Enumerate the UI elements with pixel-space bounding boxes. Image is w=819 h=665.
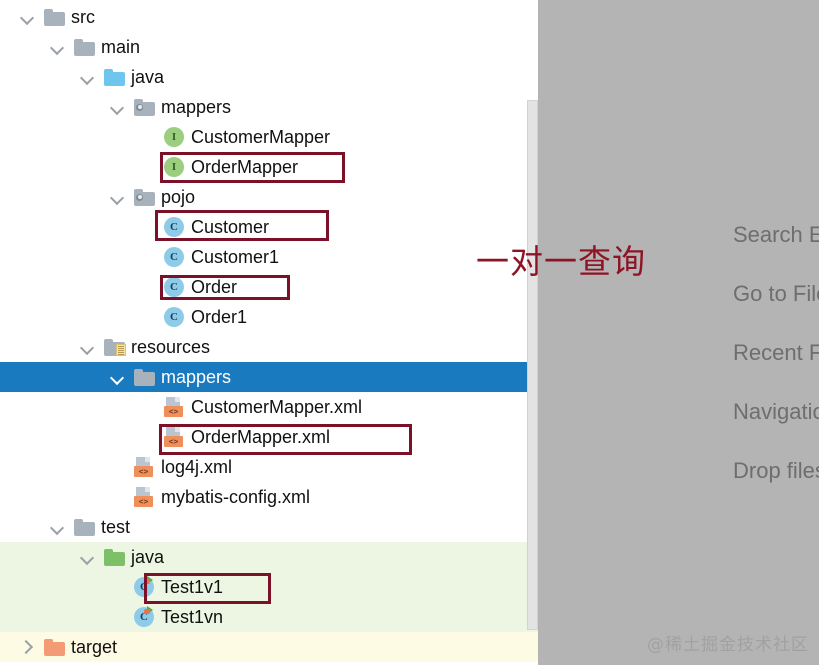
tree-item-label: test (101, 517, 131, 537)
tree-item-resources[interactable]: resources (0, 332, 538, 362)
tree-item-mybatis-config.xml[interactable]: <> mybatis-config.xml (0, 482, 538, 512)
tree-item-label: mappers (161, 367, 232, 387)
tree-item-label: OrderMapper (191, 157, 299, 177)
chevron-down-icon[interactable] (78, 548, 96, 566)
tree-item-label: Order1 (191, 307, 248, 327)
tree-item-log4j.xml[interactable]: <> log4j.xml (0, 452, 538, 482)
project-tree-panel[interactable]: src main java mappers I CustomerMapper I OrderM… (0, 0, 538, 665)
class-icon: C (134, 576, 154, 597)
tree-item-label: CustomerMapper (191, 127, 331, 147)
folder-grey-icon (74, 38, 96, 56)
tree-item-label: mybatis-config.xml (161, 487, 311, 507)
class-icon: C (134, 606, 154, 627)
editor-hint-1: Go to File (733, 281, 819, 306)
chevron-down-icon[interactable] (18, 8, 36, 26)
tree-item-CustomerMapper.xml[interactable]: <> CustomerMapper.xml (0, 392, 538, 422)
chevron-right-icon[interactable] (18, 638, 36, 656)
tree-item-label: OrderMapper.xml (191, 427, 331, 447)
chevron-down-icon[interactable] (108, 368, 126, 386)
tree-item-label: java (131, 547, 165, 567)
tree-item-label: resources (131, 337, 211, 357)
xml-file-icon: <> (134, 456, 156, 478)
tree-item-label: mappers (161, 97, 232, 117)
tree-item-target[interactable]: target (0, 632, 538, 662)
tree-item-label: Customer1 (191, 247, 280, 267)
tree-item-label: Order (191, 277, 238, 297)
tree-item-label: main (101, 37, 141, 57)
tree-item-label: Test1v1 (161, 577, 224, 597)
tree-item-mappers-res[interactable]: mappers (0, 362, 538, 392)
interface-icon: I (164, 127, 184, 147)
folder-grey-icon (74, 518, 96, 536)
tree-item-label: CustomerMapper.xml (191, 397, 363, 417)
tree-scrollbar-thumb[interactable] (527, 100, 538, 630)
ide-project-view: src main java mappers I CustomerMapper I OrderM… (0, 0, 819, 665)
editor-hint-4: Drop files here to open (733, 458, 819, 483)
tree-item-label: java (131, 67, 165, 87)
xml-file-icon: <> (164, 396, 186, 418)
chevron-down-icon[interactable] (108, 188, 126, 206)
tree-item-label: Customer (191, 217, 270, 237)
folder-resources-icon (104, 338, 126, 356)
chevron-down-icon[interactable] (48, 38, 66, 56)
tree-item-test[interactable]: test (0, 512, 538, 542)
folder-grey-icon (134, 368, 156, 386)
tree-item-label: src (71, 7, 95, 27)
class-icon: C (164, 307, 184, 327)
tree-item-label: Test1vn (161, 607, 224, 627)
tree-item-OrderMapper.xml[interactable]: <> OrderMapper.xml (0, 422, 538, 452)
tree-item-Order[interactable]: C Order (0, 272, 538, 302)
folder-grey-icon (44, 8, 66, 26)
folder-orange-icon (44, 638, 66, 656)
chevron-down-icon[interactable] (108, 98, 126, 116)
tree-item-java-test[interactable]: java (0, 542, 538, 572)
tree-item-OrderMapper[interactable]: I OrderMapper (0, 152, 538, 182)
tree-item-label: pojo (161, 187, 196, 207)
tree-item-src[interactable]: src (0, 2, 538, 32)
tree-item-Test1v1[interactable]: C Test1v1 (0, 572, 538, 602)
xml-file-icon: <> (164, 426, 186, 448)
tree-item-Customer1[interactable]: C Customer1 (0, 242, 538, 272)
annotation-label: 一对一查询 (476, 242, 646, 281)
tree-item-Order1[interactable]: C Order1 (0, 302, 538, 332)
xml-file-icon: <> (134, 486, 156, 508)
tree-item-label: target (71, 637, 118, 657)
folder-package-icon (134, 98, 156, 116)
tree-item-CustomerMapper[interactable]: I CustomerMapper (0, 122, 538, 152)
tree-item-Test1vn[interactable]: C Test1vn (0, 602, 538, 632)
tree-item-main[interactable]: main (0, 32, 538, 62)
class-icon: C (164, 247, 184, 267)
folder-green-icon (104, 548, 126, 566)
editor-hint-0: Search Everywhere (733, 222, 819, 247)
watermark-text: @稀土掘金技术社区 (647, 635, 809, 655)
empty-editor-panel: Search Everywhere Go to File Recent Files N… (538, 0, 819, 665)
class-icon: C (164, 217, 184, 237)
editor-hint-2: Recent Files (733, 340, 819, 365)
tree-scrollbar[interactable] (527, 0, 538, 665)
chevron-down-icon[interactable] (78, 68, 96, 86)
tree-item-label: log4j.xml (161, 457, 233, 477)
tree-item-mappers-java[interactable]: mappers (0, 92, 538, 122)
tree-item-pojo[interactable]: pojo (0, 182, 538, 212)
chevron-down-icon[interactable] (48, 518, 66, 536)
tree-item-Customer[interactable]: C Customer (0, 212, 538, 242)
folder-package-icon (134, 188, 156, 206)
folder-blue-icon (104, 68, 126, 86)
editor-hint-3: Navigation Bar (733, 399, 819, 424)
class-icon: C (164, 277, 184, 297)
tree-item-java-main[interactable]: java (0, 62, 538, 92)
chevron-down-icon[interactable] (78, 338, 96, 356)
interface-icon: I (164, 157, 184, 177)
